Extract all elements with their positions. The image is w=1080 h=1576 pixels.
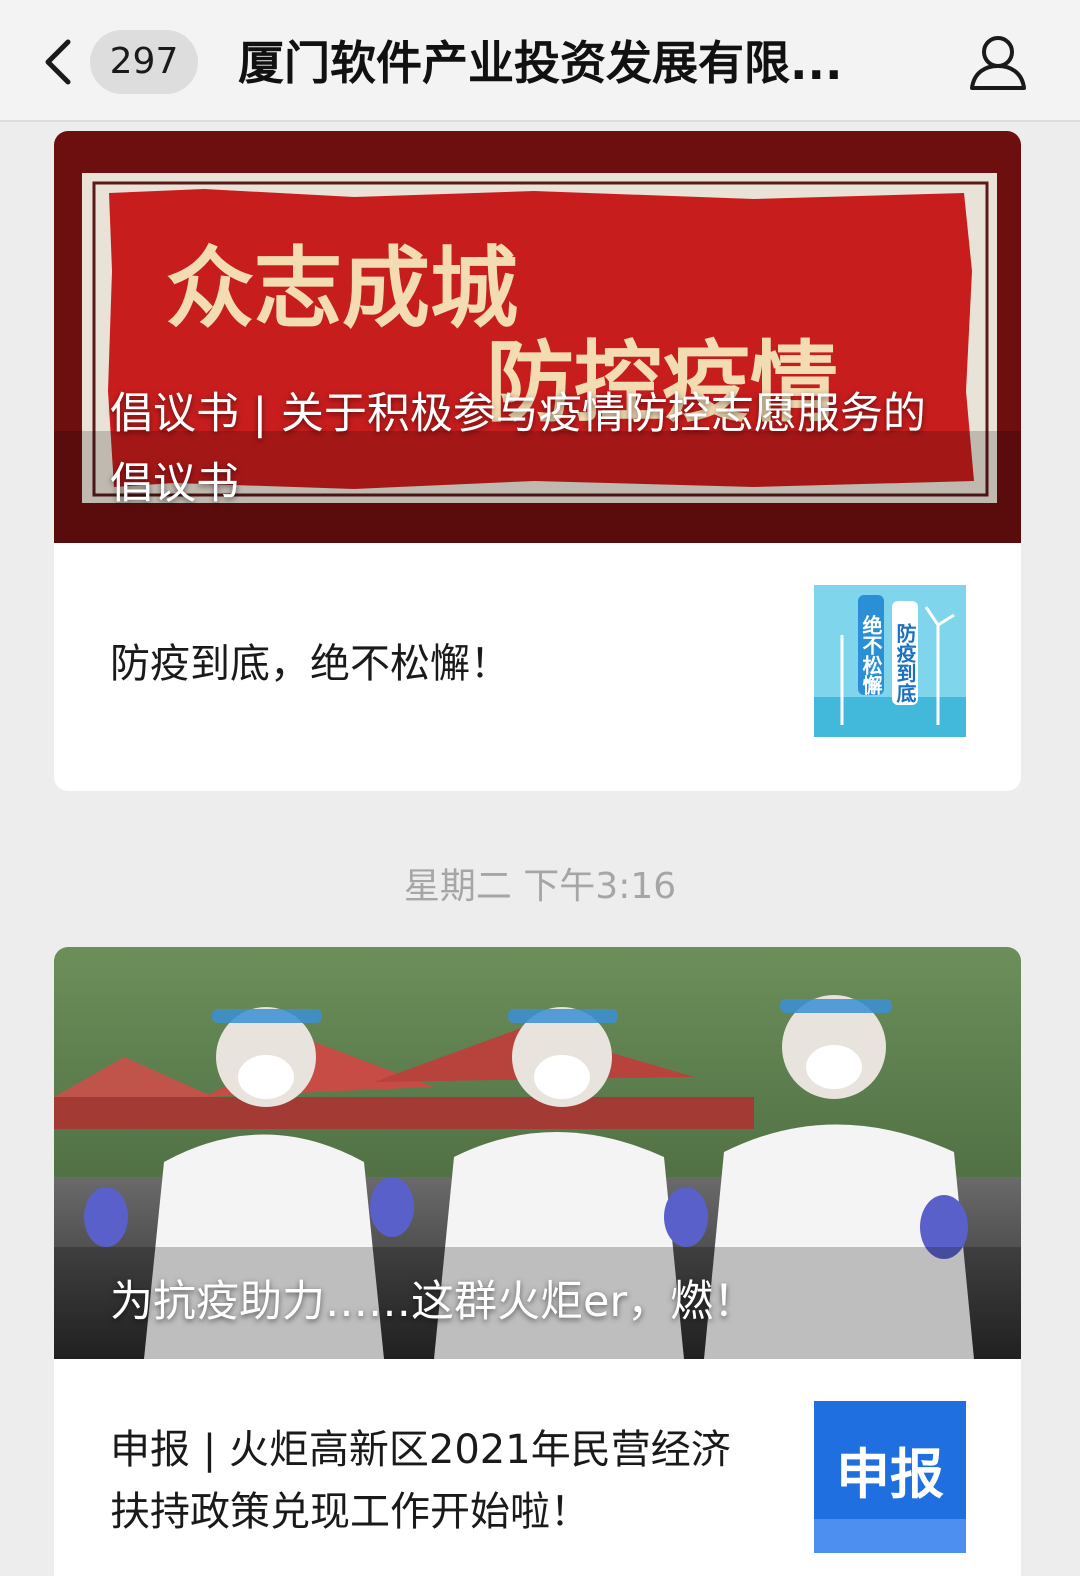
article-thumbnail: 申报 bbox=[814, 1401, 966, 1553]
chevron-left-icon bbox=[45, 39, 71, 85]
unread-count-badge[interactable]: 297 bbox=[90, 30, 198, 94]
article-thumbnail: 防疫到底 绝不松懈 bbox=[814, 585, 966, 737]
article-item-title: 申报 | 火炬高新区2021年民营经济扶持政策兑现工作开始啦！ bbox=[110, 1427, 731, 1535]
thumb-text-1: 防疫到底 bbox=[893, 622, 917, 704]
chat-title: 厦门软件产业投资发展有限... bbox=[238, 36, 843, 90]
user-icon bbox=[970, 36, 1026, 90]
profile-button[interactable] bbox=[966, 32, 1030, 92]
article-item-title: 防疫到底，绝不松懈！ bbox=[110, 641, 510, 687]
thumb-text: 申报 bbox=[836, 1443, 944, 1506]
article-cover[interactable]: 为抗疫助力……这群火炬er，燃！ bbox=[54, 947, 1021, 1359]
back-button[interactable] bbox=[36, 30, 84, 94]
article-card: 为抗疫助力……这群火炬er，燃！ 申报 | 火炬高新区2021年民营经济扶持政策… bbox=[54, 947, 1021, 1576]
top-bar: 297 厦门软件产业投资发展有限... bbox=[0, 0, 1080, 122]
article-cover[interactable]: 众志成城 防控疫情 倡议书 | 关于积极参与疫情防控志愿服务的倡议书 bbox=[54, 131, 1021, 543]
thumb-text-2: 绝不松懈 bbox=[859, 614, 883, 696]
article-item[interactable]: 防疫到底，绝不松懈！ 防疫到底 绝不松懈 bbox=[54, 543, 1021, 791]
article-item[interactable]: 申报 | 火炬高新区2021年民营经济扶持政策兑现工作开始啦！ 申报 bbox=[54, 1359, 1021, 1576]
banner-text-1: 众志成城 bbox=[166, 237, 518, 340]
article-card: 众志成城 防控疫情 倡议书 | 关于积极参与疫情防控志愿服务的倡议书 防疫到底，… bbox=[54, 131, 1021, 791]
article-title: 为抗疫助力……这群火炬er，燃！ bbox=[110, 1277, 757, 1327]
article-title: 倡议书 | 关于积极参与疫情防控志愿服务的倡议书 bbox=[110, 389, 926, 509]
message-timestamp: 星期二 下午3:16 bbox=[403, 866, 677, 907]
